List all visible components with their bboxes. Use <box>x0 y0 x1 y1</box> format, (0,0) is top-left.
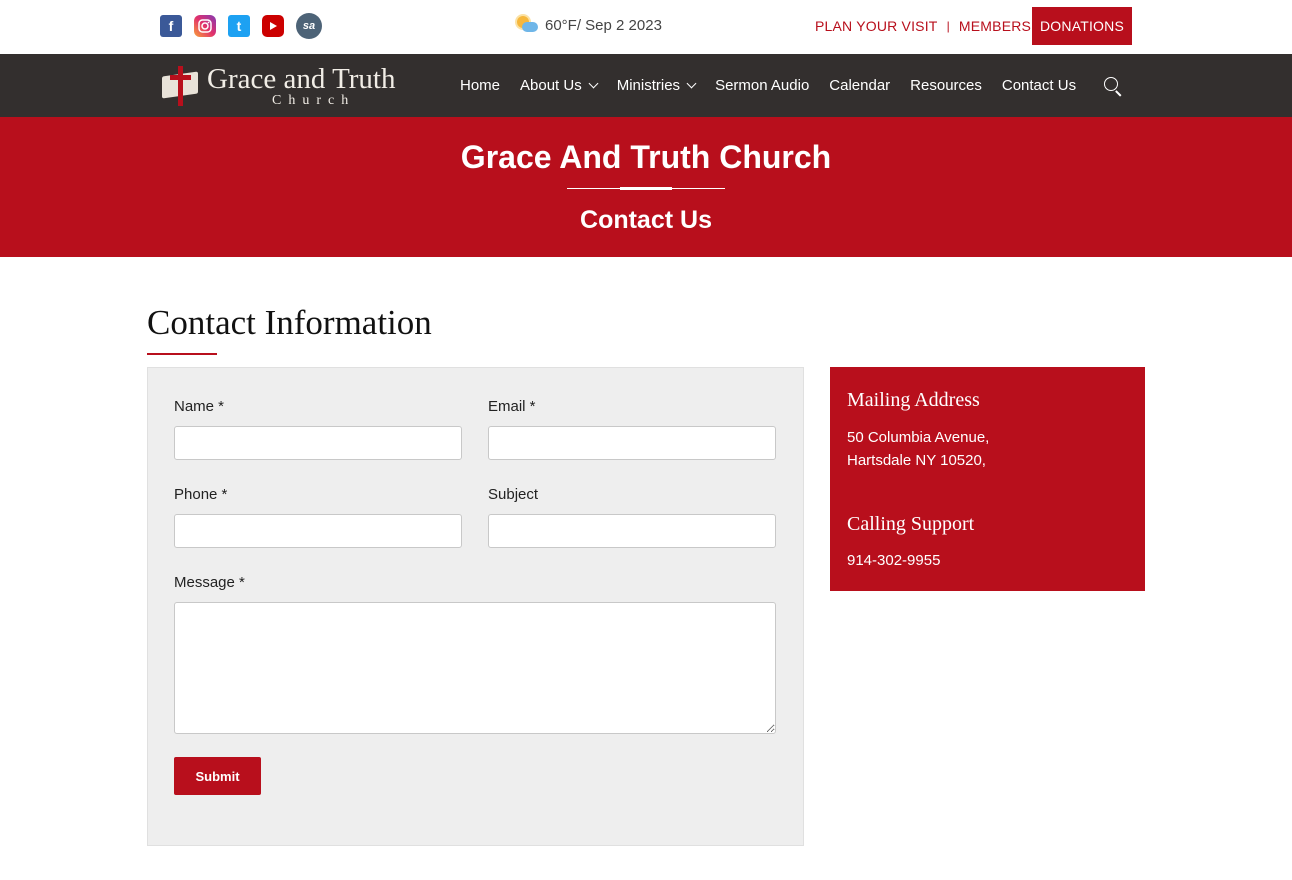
instagram-glyph <box>198 19 212 33</box>
mailing-address-heading: Mailing Address <box>847 389 980 411</box>
sermonaudio-glyph: sa <box>302 20 316 32</box>
submit-button[interactable]: Submit <box>174 757 261 795</box>
subject-field[interactable] <box>488 514 776 548</box>
page-title: Contact Information <box>147 303 432 342</box>
partly-cloudy-icon <box>515 15 539 35</box>
weather-widget: 60°F/ Sep 2 2023 <box>515 15 662 35</box>
twitter-icon[interactable]: t <box>228 15 250 37</box>
youtube-play-glyph <box>270 22 277 30</box>
phone-number[interactable]: 914-302-9955 <box>847 549 940 572</box>
instagram-icon[interactable] <box>194 15 216 37</box>
chevron-down-icon <box>588 78 599 89</box>
nav-ministries[interactable]: Ministries <box>616 77 697 94</box>
nav-home[interactable]: Home <box>460 77 500 94</box>
logo-title: Grace and Truth <box>207 63 396 95</box>
title-underline <box>147 353 217 355</box>
nav-sermon-audio-label: Sermon Audio <box>715 77 810 94</box>
logo-subtitle: Church <box>272 93 356 108</box>
nav-calendar[interactable]: Calendar <box>829 77 890 94</box>
search-icon[interactable] <box>1104 77 1122 97</box>
church-logo[interactable]: Grace and Truth Church <box>160 64 425 108</box>
phone-field[interactable] <box>174 514 462 548</box>
members-link[interactable]: MEMBERS <box>959 18 1031 34</box>
banner-subtitle: Contact Us <box>580 206 712 234</box>
subject-label: Subject <box>488 486 539 503</box>
address-line-1: 50 Columbia Avenue, <box>847 429 990 446</box>
bible-cross-icon <box>160 66 200 106</box>
youtube-icon[interactable] <box>262 15 284 37</box>
contact-info-panel: Mailing Address 50 Columbia Avenue, Hart… <box>830 367 1145 591</box>
social-links: f t sa <box>160 13 322 39</box>
top-bar: f t sa 60°F/ Sep 2 2023 PLAN YOUR VISIT … <box>0 0 1292 54</box>
message-label: Message * <box>174 574 245 591</box>
main-navbar: Grace and Truth Church Home About Us Min… <box>0 54 1292 117</box>
twitter-glyph: t <box>236 18 242 34</box>
donations-button[interactable]: DONATIONS <box>1032 7 1132 45</box>
top-links-separator: | <box>946 19 950 33</box>
email-field[interactable] <box>488 426 776 460</box>
nav-ministries-label: Ministries <box>616 77 681 94</box>
banner-divider-accent <box>620 187 672 190</box>
chevron-down-icon <box>686 78 697 89</box>
address-line-2: Hartsdale NY 10520, <box>847 452 986 469</box>
message-textarea[interactable] <box>174 602 776 734</box>
nav-about-us[interactable]: About Us <box>520 77 599 94</box>
nav-contact-us[interactable]: Contact Us <box>1002 77 1076 94</box>
top-links: PLAN YOUR VISIT | MEMBERS <box>815 18 1031 34</box>
facebook-icon[interactable]: f <box>160 15 182 37</box>
nav-home-label: Home <box>460 77 501 94</box>
nav-calendar-label: Calendar <box>829 77 891 94</box>
nav-about-us-label: About Us <box>520 77 582 94</box>
nav-resources[interactable]: Resources <box>910 77 982 94</box>
email-label: Email * <box>488 398 536 415</box>
nav-menu: Home About Us Ministries Sermon Audio Ca… <box>460 54 1096 117</box>
nav-resources-label: Resources <box>910 77 982 94</box>
weather-text: 60°F/ Sep 2 2023 <box>545 16 662 34</box>
sermonaudio-icon[interactable]: sa <box>296 13 322 39</box>
contact-form: Name * Email * Phone * Subject Message *… <box>147 367 804 846</box>
phone-label: Phone * <box>174 486 228 503</box>
facebook-glyph: f <box>168 18 174 34</box>
nav-sermon-audio[interactable]: Sermon Audio <box>715 77 809 94</box>
plan-your-visit-link[interactable]: PLAN YOUR VISIT <box>815 18 938 34</box>
nav-contact-us-label: Contact Us <box>1001 77 1077 94</box>
name-label: Name * <box>174 398 225 415</box>
page-banner: Grace And Truth Church Contact Us <box>0 117 1292 257</box>
name-field[interactable] <box>174 426 462 460</box>
calling-support-heading: Calling Support <box>847 513 975 535</box>
banner-title: Grace And Truth Church <box>460 139 832 175</box>
